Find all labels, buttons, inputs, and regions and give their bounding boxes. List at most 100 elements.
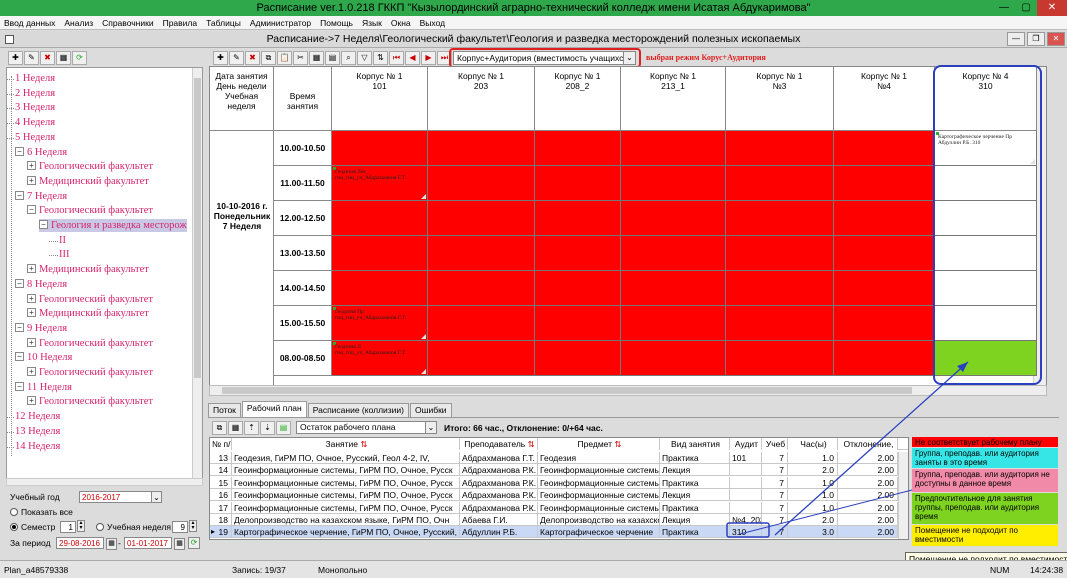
schedule-cell[interactable] xyxy=(428,236,535,271)
add-icon[interactable]: ✚ xyxy=(213,51,228,65)
schedule-cell[interactable] xyxy=(535,201,621,236)
schedule-cell[interactable] xyxy=(332,201,428,236)
tree-item[interactable]: 14 Неделя xyxy=(7,440,60,453)
paste-icon[interactable]: 📋 xyxy=(277,51,292,65)
schedule-cell[interactable] xyxy=(332,131,428,166)
tree-item[interactable]: + Геологический факультет xyxy=(27,337,153,350)
tree-item[interactable]: − Геологический факультет xyxy=(27,204,153,217)
schedule-cell[interactable] xyxy=(428,166,535,201)
table-row[interactable]: 18 Делопроизводство на казахском языке, Г… xyxy=(210,514,908,526)
tree-item[interactable]: 2 Неделя xyxy=(7,87,55,100)
delete-icon[interactable]: ✖ xyxy=(245,51,260,65)
sort-desc-icon[interactable]: ⇣ xyxy=(260,421,275,435)
schedule-cell[interactable] xyxy=(834,306,935,341)
expand-icon[interactable]: + xyxy=(27,308,36,318)
schedule-cell[interactable] xyxy=(621,271,726,306)
collapse-icon[interactable]: − xyxy=(15,381,24,391)
tab-stream[interactable]: Поток xyxy=(208,403,241,417)
expand-icon[interactable]: + xyxy=(27,293,36,303)
filter-icon[interactable]: ▽ xyxy=(357,51,372,65)
tree-item[interactable]: + Геологический факультет xyxy=(27,293,153,306)
tree-item[interactable]: −8 Неделя xyxy=(15,278,67,291)
semester-option[interactable]: Семестр xyxy=(10,522,55,532)
schedule-cell[interactable] xyxy=(621,341,726,376)
inner-close-button[interactable]: ✕ xyxy=(1047,32,1065,46)
tree-vscrollbar-thumb[interactable] xyxy=(194,78,201,378)
schedule-cell[interactable] xyxy=(535,131,621,166)
semester-spinner[interactable]: ▴ ▾ xyxy=(77,520,85,532)
collapse-icon[interactable]: − xyxy=(27,205,36,215)
show-all-radio[interactable] xyxy=(10,508,18,516)
inner-restore-button[interactable]: ❐ xyxy=(1027,32,1045,46)
collapse-icon[interactable]: − xyxy=(39,220,48,229)
date-from-input[interactable]: 29-08-2016 xyxy=(56,537,104,549)
sort-icon[interactable]: ⇅ xyxy=(358,439,367,449)
grid-hscrollbar[interactable] xyxy=(209,385,1047,396)
schedule-cell[interactable] xyxy=(834,341,935,376)
column-header[interactable]: Отклонение, xyxy=(838,438,898,450)
year-select[interactable]: 2016-2017 ⌄ xyxy=(79,491,162,503)
schedule-cell[interactable] xyxy=(535,306,621,341)
menu-item-windows[interactable]: Окна xyxy=(391,18,411,28)
inner-minimize-button[interactable]: — xyxy=(1007,32,1025,46)
expand-icon[interactable]: + xyxy=(27,264,36,274)
collapse-icon[interactable]: − xyxy=(15,278,24,288)
tree-item[interactable]: + Геологический факультет xyxy=(27,366,153,379)
schedule-cell[interactable] xyxy=(621,201,726,236)
room-column-header[interactable]: Корпус № 1 №3 xyxy=(726,67,834,131)
expand-icon[interactable]: + xyxy=(27,337,36,347)
tree-item[interactable]: 12 Неделя xyxy=(7,410,60,423)
schedule-cell[interactable] xyxy=(621,131,726,166)
column-header[interactable]: Преподаватель ⇅ xyxy=(460,438,538,450)
tree-item[interactable]: −10 Неделя xyxy=(15,351,72,364)
table-icon[interactable]: ▦ xyxy=(309,51,324,65)
schedule-cell[interactable] xyxy=(726,341,834,376)
column-header[interactable]: Час(ы) xyxy=(788,438,838,450)
table-vscrollbar[interactable] xyxy=(898,452,908,539)
schedule-cell[interactable]: Геодезия Пр гиц_гиц_уч_Абдрахманов Г.Т. xyxy=(332,306,428,341)
chevron-down-icon[interactable]: ⌄ xyxy=(151,492,161,502)
grid-icon[interactable]: ▦ xyxy=(228,421,243,435)
column-header[interactable]: Предмет ⇅ xyxy=(538,438,660,450)
schedule-cell[interactable] xyxy=(535,341,621,376)
tab-work-plan[interactable]: Рабочий план xyxy=(241,401,307,417)
menu-item-help[interactable]: Помощь xyxy=(320,18,353,28)
date-to-input[interactable]: 01-01-2017 xyxy=(124,537,172,549)
schedule-cell[interactable] xyxy=(726,236,834,271)
schedule-cell[interactable] xyxy=(726,201,834,236)
sort-icon[interactable]: ⇅ xyxy=(373,51,388,65)
tree-item[interactable]: + Медицинский факультет xyxy=(27,307,149,320)
export-icon[interactable]: ▤ xyxy=(276,421,291,435)
tree-item[interactable]: −11 Неделя xyxy=(15,381,72,394)
collapse-icon[interactable]: − xyxy=(15,322,24,332)
tree-vscrollbar[interactable] xyxy=(192,68,202,484)
semester-radio[interactable] xyxy=(10,523,18,531)
tree-hscrollbar[interactable] xyxy=(6,478,203,486)
room-column-header[interactable]: Корпус № 1 208_2 xyxy=(535,67,621,131)
week-radio[interactable] xyxy=(96,523,104,531)
schedule-cell[interactable] xyxy=(621,306,726,341)
week-input[interactable]: 9 xyxy=(172,521,188,533)
room-column-header[interactable]: Корпус № 1 101 xyxy=(332,67,428,131)
schedule-cell[interactable] xyxy=(726,306,834,341)
column-header[interactable]: № п/п xyxy=(210,438,232,450)
collapse-icon[interactable]: − xyxy=(15,352,24,362)
tree-item[interactable]: −7 Неделя xyxy=(15,190,67,203)
tab-errors[interactable]: Ошибки xyxy=(410,403,452,417)
schedule-cell[interactable] xyxy=(332,271,428,306)
binoculars-icon[interactable]: ⌕ xyxy=(341,51,356,65)
refresh-icon[interactable]: ⟳ xyxy=(72,51,87,65)
sort-icon[interactable]: ⇅ xyxy=(612,439,621,449)
minimize-button[interactable]: — xyxy=(993,0,1015,16)
maximize-button[interactable]: ▢ xyxy=(1015,0,1037,16)
tree-item[interactable]: 1 Неделя xyxy=(7,72,55,85)
tree-item[interactable]: 4 Неделя xyxy=(7,116,55,129)
tree-item[interactable]: 13 Неделя xyxy=(7,425,60,438)
first-record-icon[interactable]: ⏮ xyxy=(389,51,404,65)
copy-icon[interactable]: ⧉ xyxy=(212,421,227,435)
calendar-icon[interactable]: ▦ xyxy=(106,537,117,550)
table-row[interactable]: 16 Геоинформационные системы, ГиРМ ПО, Оч… xyxy=(210,489,908,502)
schedule-cell[interactable] xyxy=(726,166,834,201)
tree-item[interactable]: + Медицинский факультет xyxy=(27,263,149,276)
schedule-cell[interactable] xyxy=(834,201,935,236)
